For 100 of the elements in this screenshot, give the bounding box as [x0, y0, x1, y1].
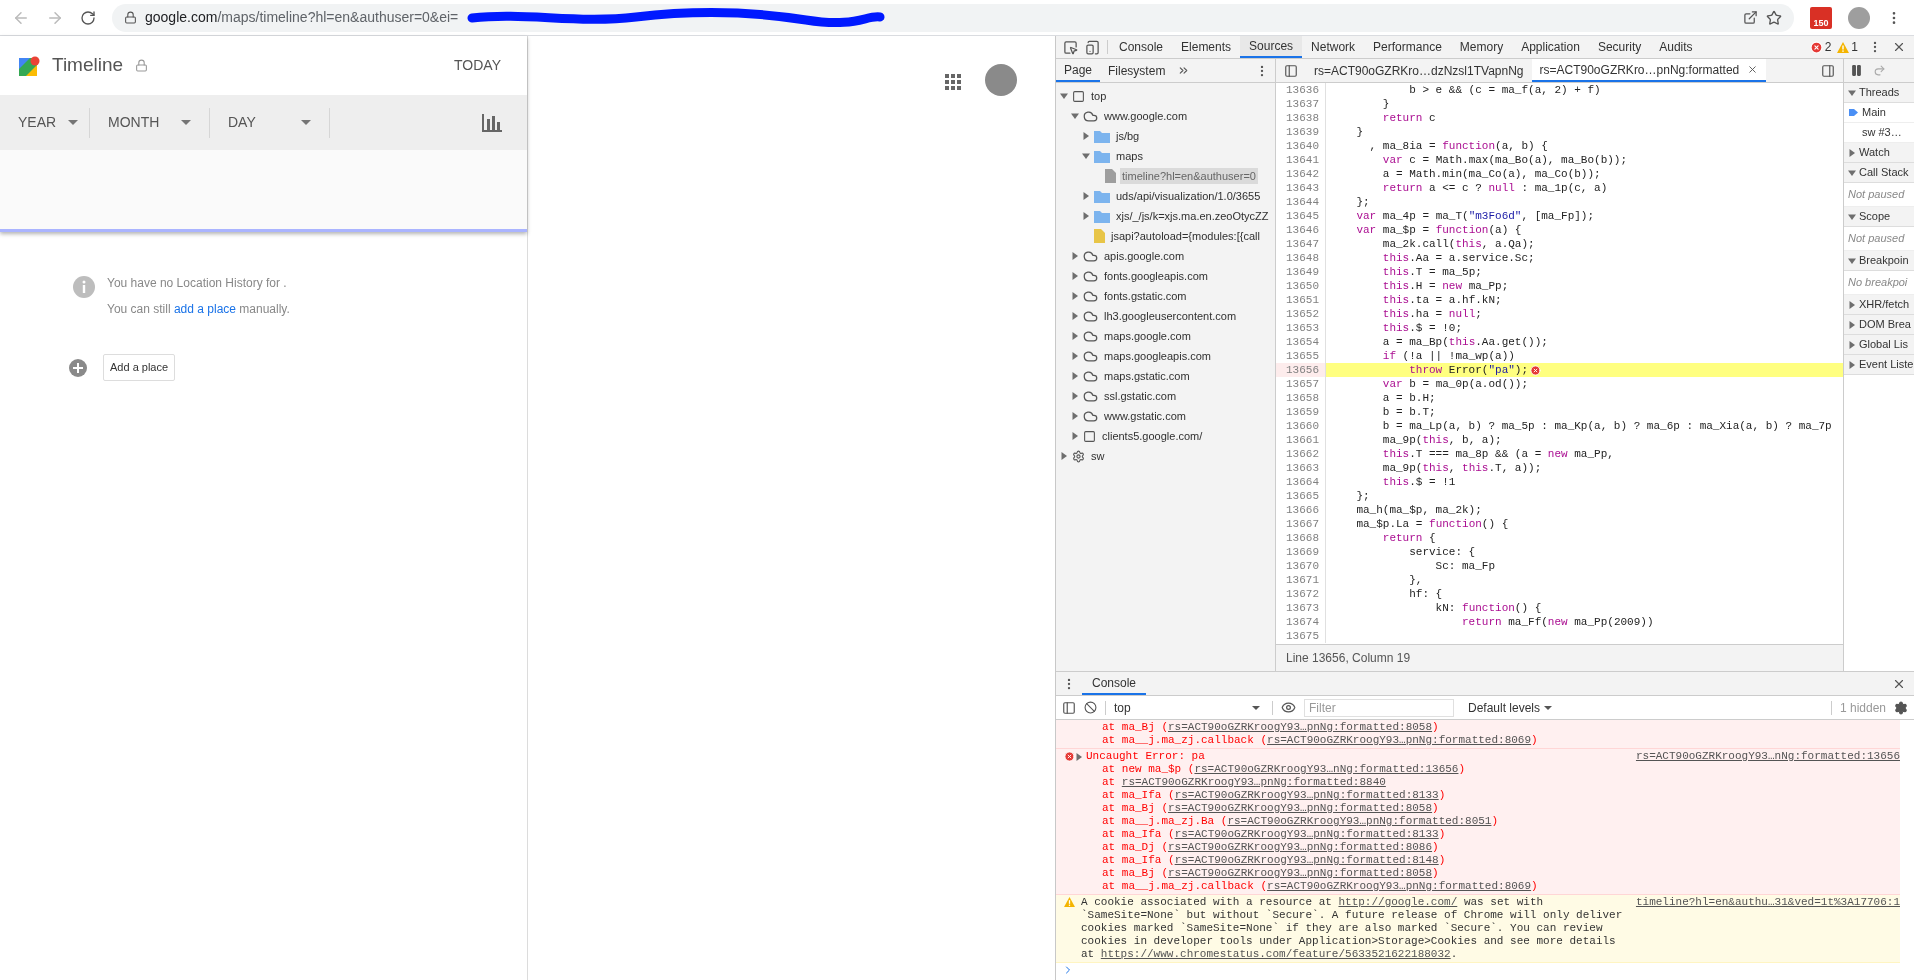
thread-item[interactable]: Main [1862, 104, 1886, 121]
filter-dropdown[interactable]: DAY [210, 107, 330, 138]
devtools-tab[interactable]: Application [1512, 36, 1589, 58]
source-link[interactable]: rs=ACT90oGZRKroogY93…pnNg:formatted:8069 [1267, 880, 1532, 892]
tree-item[interactable]: uds/api/visualization/1.0/3655 [1114, 187, 1263, 205]
expand-arrow-icon[interactable] [1071, 372, 1079, 380]
tree-item[interactable]: clients5.google.com/ [1100, 427, 1205, 445]
debugger-section-header[interactable]: Watch [1844, 143, 1914, 163]
extension-button[interactable]: 150 [1810, 6, 1832, 29]
tree-item[interactable]: jsapi?autoload={modules:[{call [1109, 227, 1262, 245]
source-link[interactable]: rs=ACT90oGZRKroogY93…nNg:formatted:13656 [1194, 763, 1459, 775]
navigator-tab[interactable]: Page [1056, 59, 1101, 82]
source-link[interactable]: rs=ACT90oGZRKroogY93…pnNg:formatted:8051 [1227, 815, 1492, 827]
editor-tab[interactable]: rs=ACT90oGZRKro…dzNzsl1TVapnNg [1306, 59, 1532, 82]
expand-arrow-icon[interactable] [1071, 312, 1079, 320]
expand-arrow-icon[interactable] [1060, 452, 1068, 460]
tree-item[interactable]: js/bg [1114, 127, 1142, 145]
expand-arrow-icon[interactable] [1071, 292, 1079, 300]
debugger-section-header[interactable]: Call Stack [1844, 163, 1914, 183]
expand-arrow-icon[interactable] [1071, 432, 1079, 440]
link[interactable]: http://google.com/ [1338, 896, 1458, 908]
tree-item[interactable]: maps.google.com [1102, 327, 1193, 345]
debugger-section-header[interactable]: XHR/fetch [1844, 295, 1914, 315]
devtools-tab[interactable]: Console [1110, 36, 1173, 58]
bar-chart-icon[interactable] [482, 113, 502, 132]
pause-icon[interactable] [1850, 64, 1863, 77]
expand-arrow-icon[interactable] [1071, 412, 1079, 420]
device-toolbar-icon[interactable] [1085, 39, 1100, 55]
sidebar-toggle-icon[interactable] [1062, 700, 1076, 715]
source-link[interactable]: rs=ACT90oGZRKroogY93…pnNg:formatted:8058 [1168, 867, 1433, 879]
apps-grid-icon[interactable] [945, 74, 961, 90]
source-link[interactable]: rs=ACT90oGZRKroogY93…pnNg:formatted:8148 [1174, 854, 1439, 866]
context-select[interactable]: top [1114, 698, 1264, 717]
today-button[interactable]: TODAY [446, 55, 509, 76]
expand-arrow-icon[interactable] [1082, 132, 1090, 140]
link[interactable]: https://www.chromestatus.com/feature/5633521622188032 [1100, 948, 1451, 960]
tree-item[interactable]: fonts.googleapis.com [1102, 267, 1210, 285]
devtools-tab[interactable]: Network [1302, 36, 1365, 58]
devtools-tab[interactable]: Performance [1364, 36, 1451, 58]
expand-arrow-icon[interactable] [1071, 392, 1079, 400]
expand-arrow-icon[interactable] [1082, 192, 1090, 200]
reload-icon[interactable] [80, 9, 96, 26]
source-link[interactable]: rs=ACT90oGZRKroogY93…pnNg:formatted:8058 [1168, 721, 1433, 733]
expand-arrow-icon[interactable] [1071, 252, 1079, 260]
devtools-tab[interactable]: Security [1588, 36, 1651, 58]
inspect-icon[interactable] [1063, 39, 1078, 55]
source-link[interactable]: rs=ACT90oGZRKroogY93…pnNg:formatted:8058 [1168, 802, 1433, 814]
debugger-section-header[interactable]: Global Lis [1844, 335, 1914, 355]
source-link[interactable]: timeline?hl=en&authu…31&ved=1t%3A17706:1 [1635, 896, 1900, 909]
add-place-button[interactable]: Add a place [103, 354, 176, 381]
tree-item[interactable]: xjs/_/js/k=xjs.ma.en.zeoOtycZZ [1114, 207, 1271, 225]
tree-item[interactable]: www.google.com [1102, 107, 1190, 125]
log-levels-dropdown[interactable]: Default levels [1468, 698, 1553, 717]
debugger-section-header[interactable]: Threads [1844, 83, 1914, 103]
thread-item[interactable]: sw #3… [1862, 124, 1902, 141]
source-link[interactable]: rs=ACT90oGZRKroogY93…pnNg:formatted:8133 [1174, 789, 1439, 801]
source-link[interactable]: rs=ACT90oGZRKroogY93…pnNg:formatted:8133 [1174, 828, 1439, 840]
devtools-tab[interactable]: Memory [1450, 36, 1513, 58]
tree-item[interactable]: ssl.gstatic.com [1102, 387, 1179, 405]
avatar-icon[interactable] [1848, 6, 1870, 29]
expand-arrow-icon[interactable] [1071, 332, 1079, 340]
close-tab-icon[interactable] [1747, 64, 1759, 75]
tree-item[interactable]: maps.googleapis.com [1102, 347, 1213, 365]
tree-item[interactable]: maps [1114, 147, 1145, 165]
debugger-section-header[interactable]: Breakpoin [1844, 251, 1914, 271]
debugger-section-header[interactable]: Scope [1844, 207, 1914, 227]
debugger-section-header[interactable]: DOM Brea [1844, 315, 1914, 335]
tree-item[interactable]: lh3.googleusercontent.com [1102, 307, 1239, 325]
tree-item[interactable]: sw [1089, 447, 1107, 465]
source-link[interactable]: rs=ACT90oGZRKroogY93…pnNg:formatted:8086 [1168, 841, 1433, 853]
source-link[interactable]: rs=ACT90oGZRKroogY93…pnNg:formatted:8069 [1267, 734, 1532, 746]
bookmark-star-icon[interactable] [1766, 9, 1782, 26]
tree-item[interactable]: timeline?hl=en&authuser=0 [1120, 167, 1258, 185]
clear-console-icon[interactable] [1084, 701, 1097, 714]
add-icon[interactable] [69, 358, 87, 377]
toggle-debugger-icon[interactable] [1821, 63, 1835, 78]
tree-item[interactable]: www.gstatic.com [1102, 407, 1188, 425]
expand-arrow-icon[interactable] [1071, 272, 1079, 280]
avatar-icon[interactable] [985, 64, 1017, 96]
tree-item[interactable]: fonts.gstatic.com [1102, 287, 1189, 305]
tree-item[interactable]: top [1089, 87, 1109, 105]
expand-arrow-icon[interactable] [1071, 112, 1079, 120]
tree-item[interactable]: apis.google.com [1102, 247, 1187, 265]
expand-arrow-icon[interactable] [1082, 152, 1090, 160]
open-external-icon[interactable] [1743, 10, 1758, 25]
tree-item[interactable]: maps.gstatic.com [1102, 367, 1192, 385]
expand-arrow-icon[interactable] [1060, 92, 1068, 100]
source-link[interactable]: rs=ACT90oGZRKroogY93…pnNg:formatted:8840 [1121, 776, 1386, 788]
address-bar[interactable]: google.com/maps/timeline?hl=en&authuser=0&ei= [112, 3, 1794, 32]
filter-dropdown[interactable]: MONTH [90, 107, 210, 138]
debugger-section-header[interactable]: Event Liste [1844, 355, 1914, 375]
expand-arrow-icon[interactable] [1082, 212, 1090, 220]
filter-field[interactable]: Filter [1304, 698, 1454, 717]
navigator-tab[interactable]: Filesystem [1100, 59, 1174, 82]
drawer-tab[interactable]: Console [1082, 672, 1147, 695]
devtools-tab[interactable]: Elements [1172, 36, 1241, 58]
source-link[interactable]: rs=ACT90oGZRKroogY93…nNg:formatted:13656 [1635, 750, 1900, 763]
expand-arrow-icon[interactable] [1071, 352, 1079, 360]
toggle-navigator-icon[interactable] [1284, 63, 1298, 78]
live-expression-icon[interactable] [1281, 700, 1296, 715]
